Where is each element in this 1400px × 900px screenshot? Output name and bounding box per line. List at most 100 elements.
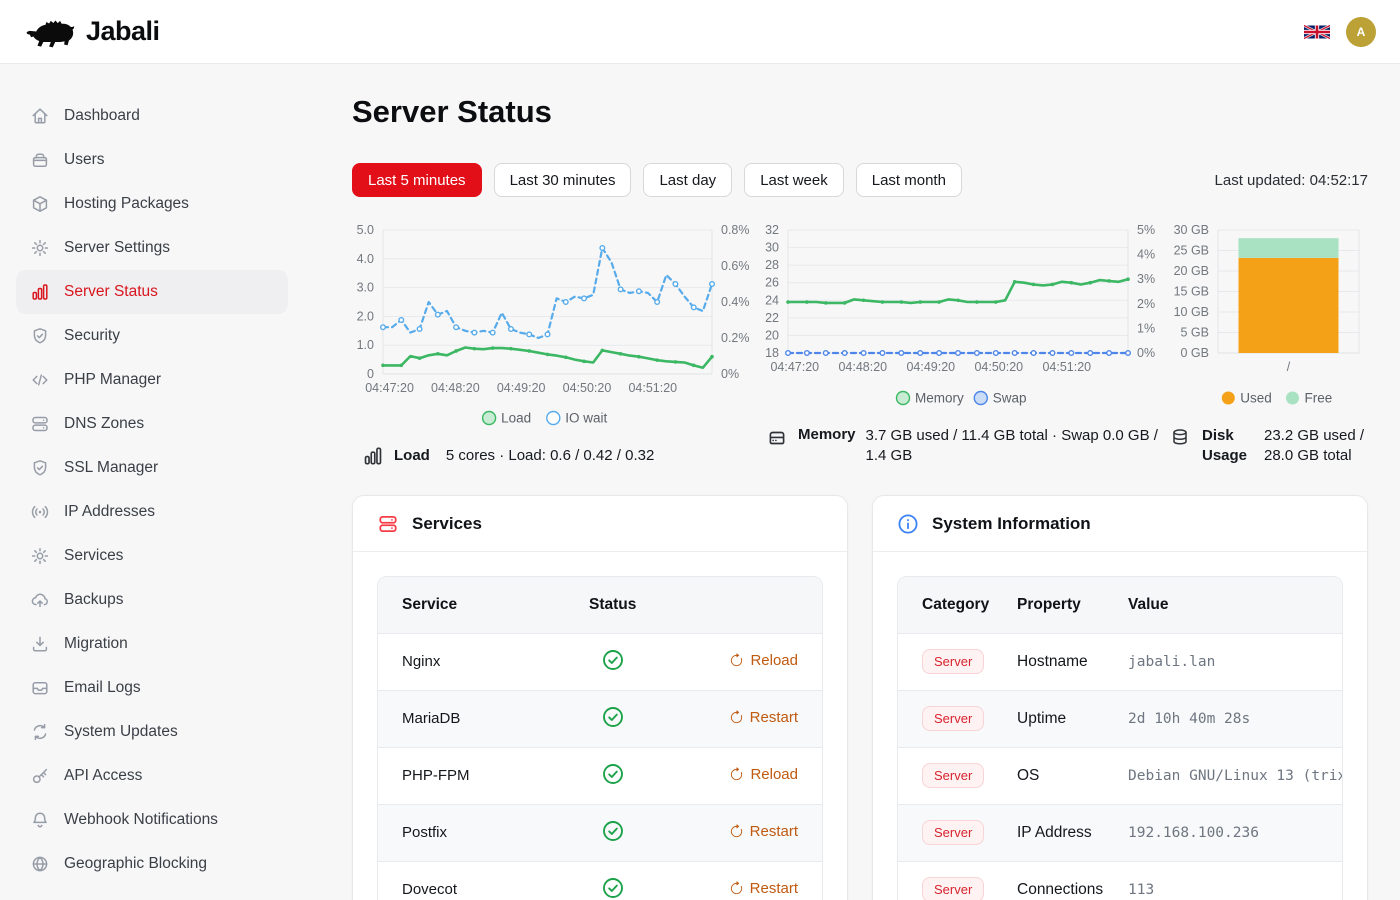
uk-flag-icon[interactable] xyxy=(1304,23,1330,41)
sidebar-item-migration[interactable]: Migration xyxy=(16,622,288,666)
range-button-last-5-minutes[interactable]: Last 5 minutes xyxy=(352,163,482,197)
svg-text:0.2%: 0.2% xyxy=(721,331,750,345)
range-button-last-day[interactable]: Last day xyxy=(643,163,732,197)
system-col-value: Value xyxy=(1128,577,1342,633)
svg-text:2.0: 2.0 xyxy=(357,309,374,323)
sidebar-item-label: System Updates xyxy=(64,723,178,741)
system-info-row-uptime: ServerUptime2d 10h 40m 28s xyxy=(898,690,1342,747)
range-button-last-month[interactable]: Last month xyxy=(856,163,962,197)
sidebar-item-dashboard[interactable]: Dashboard xyxy=(16,94,288,138)
load-chart: 01.02.03.04.05.00%0.2%0.4%0.6%0.8%04:47:… xyxy=(352,218,762,440)
range-button-last-week[interactable]: Last week xyxy=(744,163,844,197)
sidebar-item-ssl-manager[interactable]: SSL Manager xyxy=(16,446,288,490)
service-action-restart[interactable]: Restart xyxy=(729,823,798,840)
svg-text:04:48:20: 04:48:20 xyxy=(838,360,887,374)
svg-text:Swap: Swap xyxy=(993,391,1027,406)
system-info-row-ip-address: ServerIP Address192.168.100.236 xyxy=(898,804,1342,861)
svg-text:20 GB: 20 GB xyxy=(1174,264,1209,278)
service-action-restart[interactable]: Restart xyxy=(729,709,798,726)
range-button-last-30-minutes[interactable]: Last 30 minutes xyxy=(494,163,632,197)
services-col-status: Status xyxy=(589,577,709,633)
service-row-postfix: Postfix Restart xyxy=(378,804,822,861)
svg-text:04:49:20: 04:49:20 xyxy=(906,360,955,374)
svg-text:32: 32 xyxy=(765,223,779,237)
sidebar-item-system-updates[interactable]: System Updates xyxy=(16,710,288,754)
svg-text:0.8%: 0.8% xyxy=(721,223,750,237)
svg-text:4%: 4% xyxy=(1137,248,1155,262)
sidebar-item-server-settings[interactable]: Server Settings xyxy=(16,226,288,270)
sidebar-item-services[interactable]: Services xyxy=(16,534,288,578)
refresh-icon xyxy=(729,653,744,668)
service-name: MariaDB xyxy=(378,690,589,747)
service-name: PHP-FPM xyxy=(378,747,589,804)
status-ok-icon xyxy=(602,829,624,846)
svg-text:04:50:20: 04:50:20 xyxy=(563,381,612,395)
service-row-nginx: Nginx Reload xyxy=(378,633,822,690)
sidebar-item-webhook-notifications[interactable]: Webhook Notifications xyxy=(16,798,288,842)
service-action-reload[interactable]: Reload xyxy=(729,652,798,669)
svg-text:30 GB: 30 GB xyxy=(1174,223,1209,237)
sidebar-item-label: API Access xyxy=(64,767,142,785)
svg-text:10 GB: 10 GB xyxy=(1174,305,1209,319)
sidebar-item-label: Geographic Blocking xyxy=(64,855,207,873)
service-action-restart[interactable]: Restart xyxy=(729,880,798,897)
sidebar-item-server-status[interactable]: Server Status xyxy=(16,270,288,314)
sidebar-item-label: Server Settings xyxy=(64,239,170,257)
sidebar-item-label: SSL Manager xyxy=(64,459,158,477)
sidebar-item-label: Services xyxy=(64,547,123,565)
cloud-upload-icon xyxy=(30,590,50,610)
svg-text:0.6%: 0.6% xyxy=(721,259,750,273)
sidebar-item-security[interactable]: Security xyxy=(16,314,288,358)
app-header: Jabali A xyxy=(0,0,1400,64)
property-value: 113 xyxy=(1128,861,1342,900)
svg-text:IO wait: IO wait xyxy=(565,411,607,426)
status-ok-icon xyxy=(602,658,624,675)
key-icon xyxy=(30,766,50,786)
sidebar-item-users[interactable]: Users xyxy=(16,138,288,182)
sidebar-item-backups[interactable]: Backups xyxy=(16,578,288,622)
service-name: Postfix xyxy=(378,804,589,861)
property-name: Connections xyxy=(1017,861,1128,900)
system-col-property: Property xyxy=(1017,577,1128,633)
download-icon xyxy=(30,634,50,654)
sidebar-item-php-manager[interactable]: PHP Manager xyxy=(16,358,288,402)
package-icon xyxy=(30,194,50,214)
sidebar-item-label: Backups xyxy=(64,591,123,609)
sidebar-item-geographic-blocking[interactable]: Geographic Blocking xyxy=(16,842,288,886)
sidebar-item-dns-zones[interactable]: DNS Zones xyxy=(16,402,288,446)
svg-text:/: / xyxy=(1287,360,1291,374)
bell-icon xyxy=(30,810,50,830)
property-value: jabali.lan xyxy=(1128,633,1342,690)
load-stat-value: 5 cores · Load: 0.6 / 0.42 / 0.32 xyxy=(446,447,654,464)
svg-text:0.4%: 0.4% xyxy=(721,295,750,309)
refresh-icon xyxy=(729,824,744,839)
svg-text:28: 28 xyxy=(765,258,779,272)
sidebar-item-label: Security xyxy=(64,327,120,345)
property-value: 192.168.100.236 xyxy=(1128,804,1342,861)
sidebar-item-api-access[interactable]: API Access xyxy=(16,754,288,798)
brand-name: Jabali xyxy=(86,16,160,47)
disk-chart: 0 GB5 GB10 GB15 GB20 GB25 GB30 GB/UsedFr… xyxy=(1165,218,1365,420)
sidebar-item-hosting-packages[interactable]: Hosting Packages xyxy=(16,182,288,226)
memory-icon xyxy=(766,427,788,449)
sidebar-item-ip-addresses[interactable]: IP Addresses xyxy=(16,490,288,534)
system-card-title: System Information xyxy=(932,514,1091,534)
svg-text:3%: 3% xyxy=(1137,272,1155,286)
service-action-reload[interactable]: Reload xyxy=(729,766,798,783)
sidebar-item-email-logs[interactable]: Email Logs xyxy=(16,666,288,710)
sidebar-item-label: Migration xyxy=(64,635,128,653)
page-title: Server Status xyxy=(352,94,552,130)
memory-stat: Memory 3.7 GB used / 11.4 GB total · Swa… xyxy=(766,426,1166,466)
svg-text:Used: Used xyxy=(1240,391,1272,406)
service-name: Nginx xyxy=(378,633,589,690)
category-badge: Server xyxy=(922,877,984,900)
user-avatar[interactable]: A xyxy=(1346,17,1376,47)
memory-chart: 18202224262830320%1%2%3%4%5%04:47:2004:4… xyxy=(758,218,1160,420)
category-badge: Server xyxy=(922,649,984,674)
sidebar-item-label: Webhook Notifications xyxy=(64,811,218,829)
property-value: 2d 10h 40m 28s xyxy=(1128,690,1342,747)
property-name: IP Address xyxy=(1017,804,1128,861)
refresh-icon xyxy=(729,710,744,725)
sidebar-item-label: IP Addresses xyxy=(64,503,155,521)
sidebar-item-label: DNS Zones xyxy=(64,415,144,433)
